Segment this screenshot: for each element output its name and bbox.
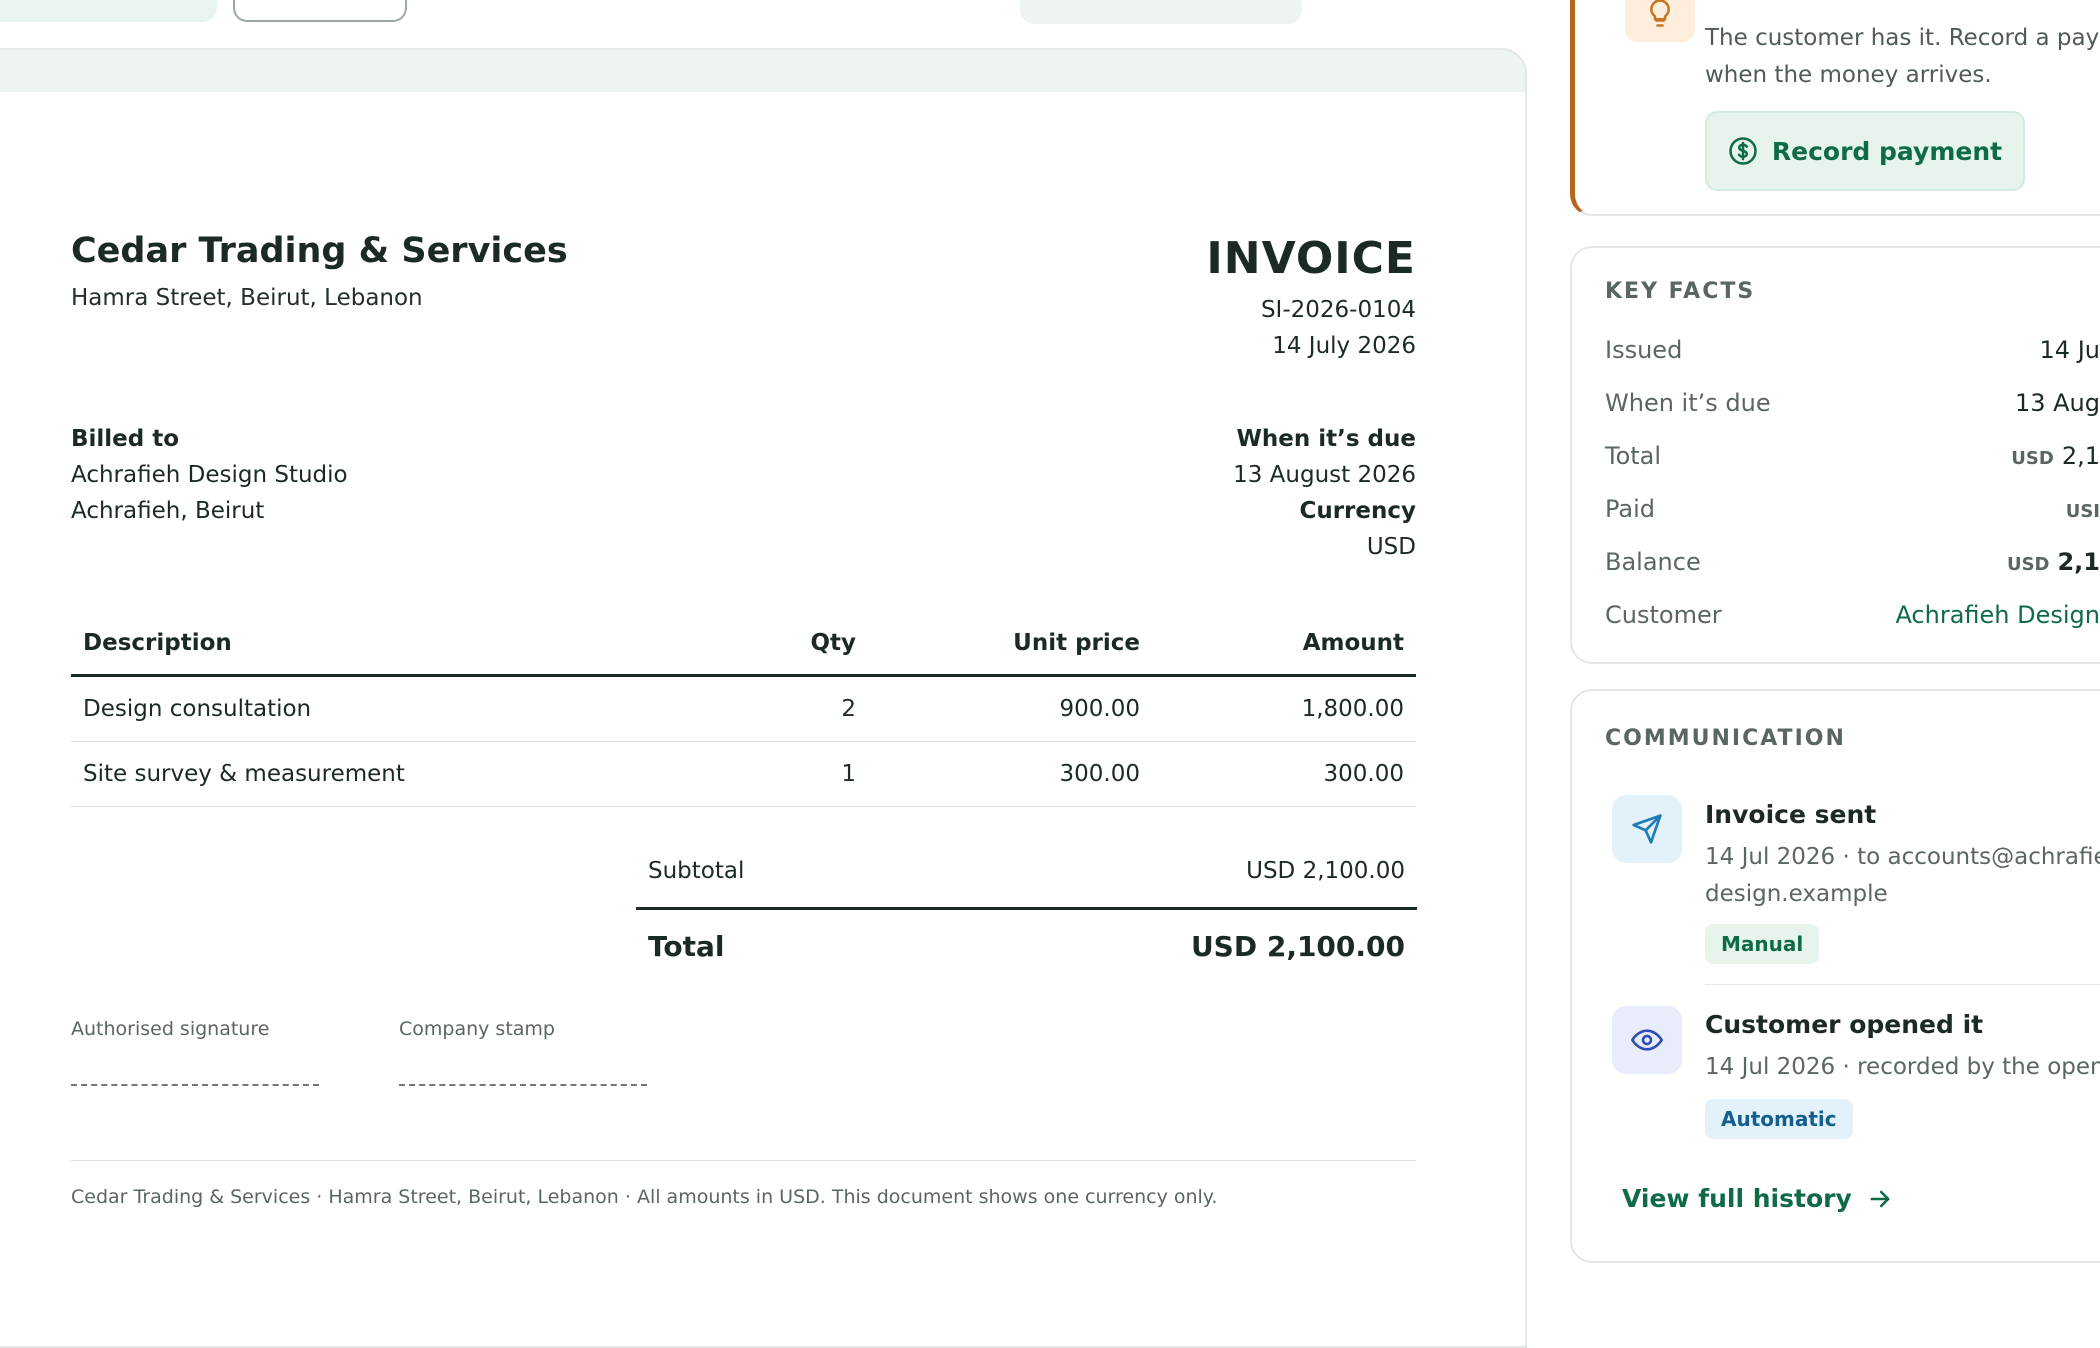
billed-to-address: Achrafieh, Beirut: [71, 498, 265, 524]
fact-value-issued: 14 Ju: [1900, 336, 2100, 364]
fact-value-total: USD 2,1: [1900, 442, 2100, 470]
fact-label-total: Total: [1605, 442, 1662, 470]
signature-line: [71, 1084, 319, 1086]
total-divider: [636, 907, 1417, 910]
fact-label-balance: Balance: [1605, 548, 1701, 576]
communication-card: [1570, 689, 2100, 1263]
currency-label: Currency: [1299, 498, 1416, 524]
event-details: 14 Jul 2026 · recorded by the open t: [1705, 1049, 2100, 1086]
fact-value-paid: USI: [1900, 495, 2100, 523]
arrow-right-icon: [1870, 1190, 1890, 1207]
currency-code: USI: [2065, 501, 2100, 522]
column-description: Description: [71, 612, 724, 677]
event-title: Invoice sent: [1705, 800, 1877, 829]
table-row: Design consultation 2 900.00 1,800.00: [71, 675, 1416, 742]
fact-value-text: 13 Aug: [2014, 389, 2100, 417]
record-payment-button[interactable]: Record payment: [1705, 111, 2025, 191]
total-value: USD 2,100.00: [1190, 930, 1405, 963]
event-detail-line: 14 Jul 2026 · recorded by the open t: [1705, 1054, 2100, 1080]
company-address: Hamra Street, Beirut, Lebanon: [71, 285, 423, 311]
billed-to-label: Billed to: [71, 426, 180, 452]
table-row: Site survey & measurement 1 300.00 300.0…: [71, 741, 1416, 807]
line-qty: 2: [724, 675, 868, 742]
manual-badge: Manual: [1705, 924, 1820, 964]
top-tab-light[interactable]: [1020, 0, 1302, 24]
fact-label-issued: Issued: [1605, 336, 1683, 364]
column-unit-price: Unit price: [868, 612, 1152, 677]
fact-value-text: 14 Ju: [2039, 336, 2100, 364]
next-step-text: The customer has it. Record a paym when …: [1705, 20, 2100, 94]
top-button-outline[interactable]: [233, 0, 407, 22]
next-step-line: when the money arrives.: [1705, 62, 1992, 88]
line-unit-price: 900.00: [868, 675, 1152, 742]
total-label: Total: [648, 930, 725, 963]
sheet-header-band: [0, 50, 1525, 92]
fact-value-text: 2,1: [2061, 442, 2100, 470]
view-history-label: View full history: [1622, 1184, 1852, 1213]
footer-divider: [71, 1160, 1416, 1161]
subtotal-value: USD 2,100.00: [1246, 858, 1405, 884]
lightbulb-icon: [1625, 0, 1695, 42]
dollar-circle-icon: [1729, 137, 1757, 165]
automatic-badge: Automatic: [1705, 1099, 1853, 1139]
fact-label-paid: Paid: [1605, 495, 1656, 523]
event-divider: [1705, 984, 2100, 985]
event-details: 14 Jul 2026 · to accounts@achrafieh desi…: [1705, 839, 2100, 913]
table-header-row: Description Qty Unit price Amount: [71, 612, 1416, 677]
line-unit-price: 300.00: [868, 741, 1152, 807]
signature-label: Authorised signature: [71, 1018, 270, 1040]
document-title: INVOICE: [1206, 233, 1416, 284]
line-qty: 1: [724, 741, 868, 807]
event-detail-line: design.example: [1705, 881, 1888, 907]
fact-value-text: Achrafieh Design: [1895, 601, 2100, 629]
event-detail-line: 14 Jul 2026 · to accounts@achrafieh: [1705, 844, 2100, 870]
line-description: Design consultation: [71, 675, 724, 742]
currency-code: USD: [2006, 554, 2050, 575]
currency-value: USD: [1366, 534, 1416, 560]
send-icon: [1612, 795, 1682, 863]
company-name: Cedar Trading & Services: [71, 231, 568, 271]
customer-link[interactable]: Achrafieh Design: [1870, 601, 2100, 629]
top-tab-active[interactable]: [0, 0, 217, 22]
subtotal-label: Subtotal: [648, 858, 745, 884]
column-qty: Qty: [724, 612, 868, 677]
fact-value-text: 2,1: [2057, 548, 2100, 576]
invoice-date: 14 July 2026: [1272, 333, 1416, 359]
key-facts-title: KEY FACTS: [1605, 279, 1756, 304]
due-date: 13 August 2026: [1233, 462, 1416, 488]
record-payment-label: Record payment: [1771, 136, 2003, 166]
billed-to-name: Achrafieh Design Studio: [71, 462, 348, 488]
view-history-link[interactable]: View full history: [1622, 1184, 1894, 1213]
fact-value-due: 13 Aug: [1900, 389, 2100, 417]
fact-label-customer: Customer: [1605, 601, 1722, 629]
invoice-footer: Cedar Trading & Services · Hamra Street,…: [71, 1186, 1218, 1208]
due-label: When it’s due: [1236, 426, 1416, 452]
line-amount: 300.00: [1152, 741, 1416, 807]
stamp-label: Company stamp: [399, 1018, 555, 1040]
invoice-number: SI-2026-0104: [1260, 297, 1416, 323]
currency-code: USD: [2011, 448, 2054, 469]
line-amount: 1,800.00: [1152, 675, 1416, 742]
eye-icon: [1612, 1006, 1682, 1074]
line-items-table: Description Qty Unit price Amount Design…: [71, 612, 1416, 807]
next-step-line: The customer has it. Record a paym: [1705, 25, 2100, 51]
stamp-line: [399, 1084, 647, 1086]
fact-value-balance: USD 2,1: [1900, 548, 2100, 576]
communication-title: COMMUNICATION: [1605, 726, 1846, 751]
fact-label-due: When it’s due: [1605, 389, 1771, 417]
column-amount: Amount: [1152, 612, 1416, 677]
line-description: Site survey & measurement: [71, 741, 724, 807]
event-title: Customer opened it: [1705, 1010, 1984, 1039]
